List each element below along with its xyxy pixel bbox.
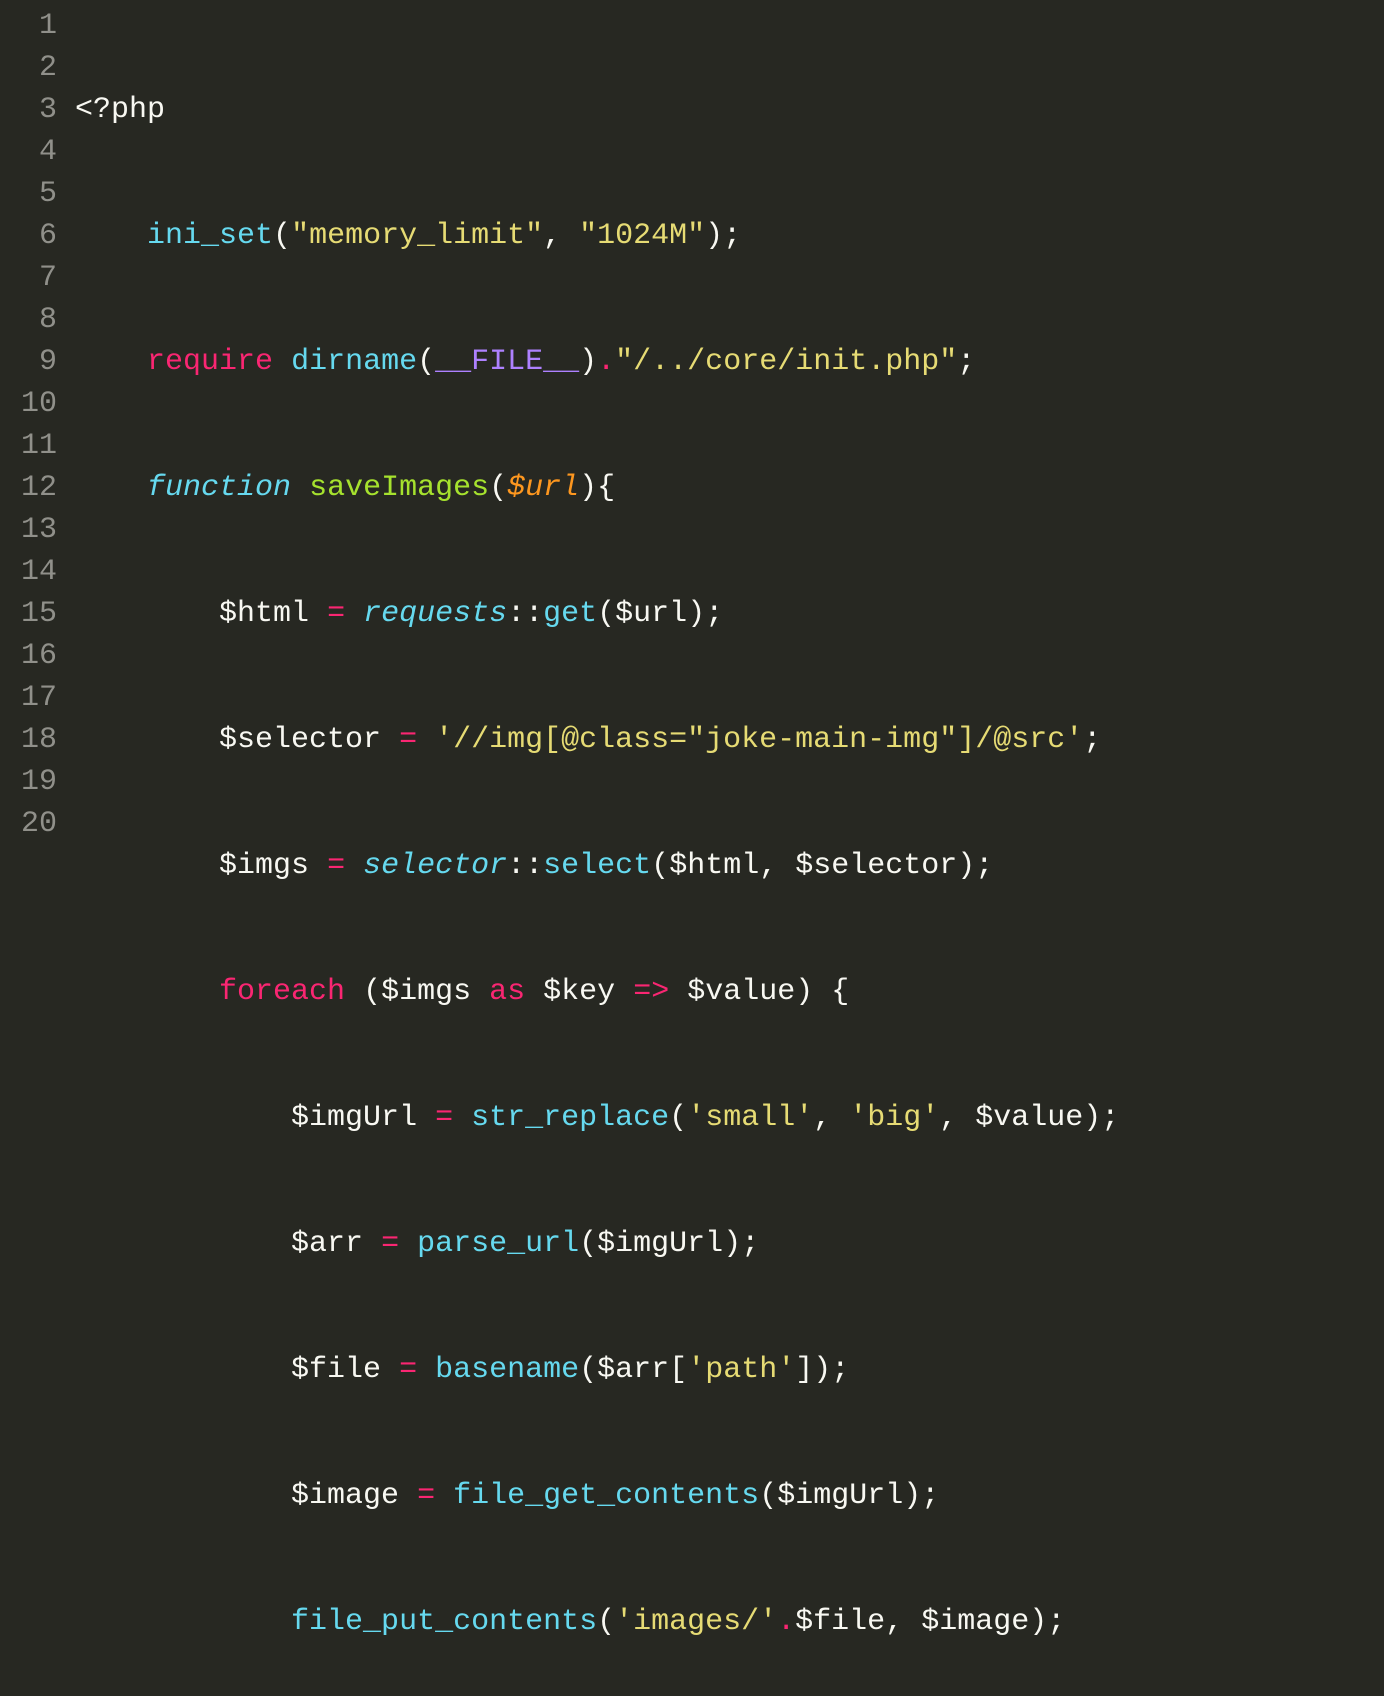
code-editor[interactable]: 1 2 3 4 5 6 7 8 9 10 11 12 13 14 15 16 1… [0,0,1384,848]
line-number: 12 [8,467,57,509]
code-line-12[interactable]: $image = file_get_contents($imgUrl); [75,1475,1384,1517]
line-number: 13 [8,509,57,551]
code-line-7[interactable]: $imgs = selector::select($html, $selecto… [75,845,1384,887]
code-line-3[interactable]: require dirname(__FILE__)."/../core/init… [75,341,1384,383]
php-open-tag: <?php [75,93,165,127]
code-line-11[interactable]: $file = basename($arr['path']); [75,1349,1384,1391]
line-number: 14 [8,551,57,593]
code-line-8[interactable]: foreach ($imgs as $key => $value) { [75,971,1384,1013]
code-line-6[interactable]: $selector = '//img[@class="joke-main-img… [75,719,1384,761]
line-number: 5 [8,173,57,215]
line-number: 20 [8,803,57,845]
line-number: 7 [8,257,57,299]
line-number: 3 [8,89,57,131]
line-number: 10 [8,383,57,425]
code-line-5[interactable]: $html = requests::get($url); [75,593,1384,635]
line-number: 16 [8,635,57,677]
code-line-1[interactable]: <?php [75,89,1384,131]
line-number: 9 [8,341,57,383]
line-number: 1 [8,5,57,47]
line-number: 15 [8,593,57,635]
line-number: 18 [8,719,57,761]
code-line-10[interactable]: $arr = parse_url($imgUrl); [75,1223,1384,1265]
line-number: 17 [8,677,57,719]
line-number: 11 [8,425,57,467]
code-line-4[interactable]: function saveImages($url){ [75,467,1384,509]
code-content[interactable]: <?php ini_set("memory_limit", "1024M"); … [75,0,1384,848]
line-number: 19 [8,761,57,803]
line-number: 8 [8,299,57,341]
line-number: 6 [8,215,57,257]
line-number-gutter: 1 2 3 4 5 6 7 8 9 10 11 12 13 14 15 16 1… [0,0,75,848]
code-line-13[interactable]: file_put_contents('images/'.$file, $imag… [75,1601,1384,1643]
line-number: 2 [8,47,57,89]
code-line-2[interactable]: ini_set("memory_limit", "1024M"); [75,215,1384,257]
code-line-9[interactable]: $imgUrl = str_replace('small', 'big', $v… [75,1097,1384,1139]
line-number: 4 [8,131,57,173]
